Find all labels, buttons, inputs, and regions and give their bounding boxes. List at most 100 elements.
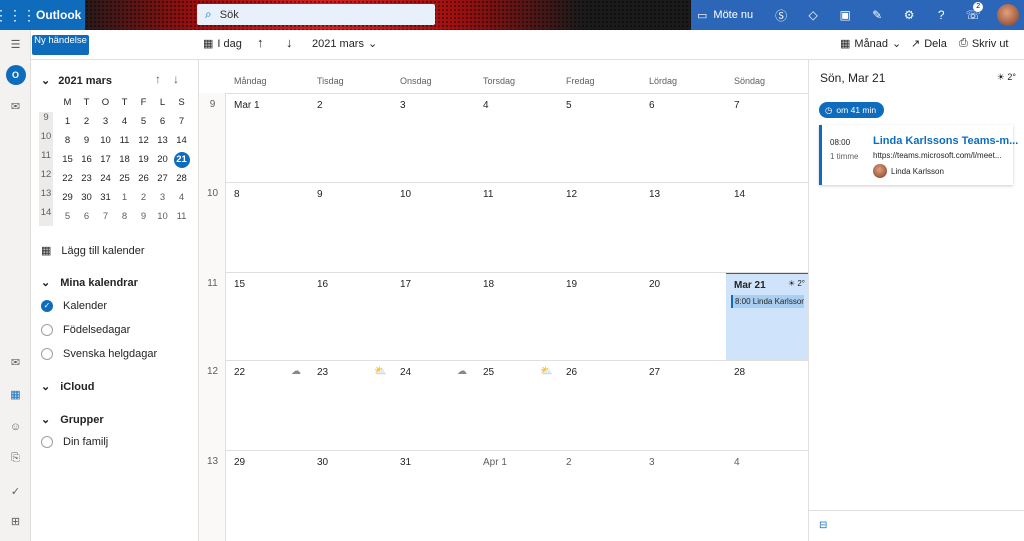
mini-day[interactable]: 11 — [115, 131, 134, 150]
day-cell-number[interactable]: 31 — [400, 457, 411, 468]
calendar-item-kalender[interactable]: ✓ Kalender — [41, 300, 107, 312]
mini-day[interactable]: 29 — [58, 188, 77, 207]
view-switcher[interactable]: ▦ Månad ⌄ — [840, 37, 901, 51]
mini-day[interactable]: 15 — [58, 150, 77, 169]
notifications-icon[interactable]: ☏ 2 — [957, 2, 989, 22]
todo-icon[interactable]: ✓ — [0, 485, 31, 498]
mini-day[interactable]: 5 — [58, 207, 77, 226]
next-month-icon[interactable]: ↓ — [173, 72, 179, 86]
app-launcher-icon[interactable]: ⋮⋮⋮ — [0, 0, 36, 30]
next-arrow-icon[interactable]: ↓ — [286, 35, 293, 50]
day-cell-number[interactable]: 20 — [649, 279, 660, 290]
mini-day[interactable]: 26 — [134, 169, 153, 188]
event-title[interactable]: Linda Karlssons Teams-m... — [873, 135, 1018, 147]
event-url[interactable]: https://teams.microsoft.com/l/meet... — [873, 151, 1001, 160]
mini-day[interactable]: 2 — [77, 112, 96, 131]
help-icon[interactable]: ? — [925, 8, 957, 22]
hamburger-menu-icon[interactable]: ☰ — [0, 38, 31, 51]
mini-day[interactable]: 6 — [77, 207, 96, 226]
mini-day[interactable]: 30 — [77, 188, 96, 207]
countdown-badge[interactable]: ◷ om 41 min — [819, 102, 885, 118]
office-icon[interactable]: ▣ — [829, 8, 861, 22]
day-cell-number[interactable]: 3 — [400, 100, 406, 111]
mini-day[interactable]: 12 — [134, 131, 153, 150]
mini-day[interactable]: 17 — [96, 150, 115, 169]
mail-nav-icon[interactable]: ✉ — [0, 356, 31, 369]
day-cell-number[interactable]: 8 — [234, 189, 240, 200]
mini-day[interactable]: 2 — [134, 188, 153, 207]
mini-day[interactable]: 28 — [172, 169, 191, 188]
mini-day[interactable]: 27 — [153, 169, 172, 188]
day-cell-number[interactable]: 24 — [400, 367, 411, 378]
mini-day[interactable]: 24 — [96, 169, 115, 188]
today-button[interactable]: ▦ I dag — [203, 37, 242, 51]
calendar-event[interactable]: 8:00 Linda Karlsson — [731, 295, 804, 308]
pane-toggle-icon[interactable]: ⊟ — [819, 520, 827, 531]
group-item-family[interactable]: Din familj — [41, 436, 108, 448]
today-cell[interactable]: Mar 21 ☀ 2° 8:00 Linda Karlsson — [726, 272, 809, 360]
calendar-item-birthdays[interactable]: Födelsedagar — [41, 324, 130, 336]
icloud-group[interactable]: ⌄ iCloud — [41, 380, 94, 394]
mini-day[interactable]: 9 — [134, 207, 153, 226]
mini-calendar-header[interactable]: ⌄ 2021 mars — [41, 74, 112, 88]
day-cell-number[interactable]: 4 — [734, 457, 740, 468]
day-cell-number[interactable]: 6 — [649, 100, 655, 111]
mini-day[interactable]: 22 — [58, 169, 77, 188]
mail-icon[interactable]: ✉ — [0, 100, 31, 113]
mini-day[interactable]: 18 — [115, 150, 134, 169]
mini-day[interactable]: 6 — [153, 112, 172, 131]
mini-day[interactable]: 5 — [134, 112, 153, 131]
day-cell-number[interactable]: 12 — [566, 189, 577, 200]
previous-arrow-icon[interactable]: ↑ — [257, 35, 264, 50]
outlook-icon[interactable]: O — [0, 65, 31, 85]
mini-day[interactable]: 25 — [115, 169, 134, 188]
mini-day[interactable]: 8 — [115, 207, 134, 226]
day-cell-number[interactable]: 4 — [483, 100, 489, 111]
avatar[interactable] — [997, 4, 1020, 26]
day-cell-number[interactable]: 19 — [566, 279, 577, 290]
day-cell-number[interactable]: 14 — [734, 189, 745, 200]
day-cell-number[interactable]: 2 — [566, 457, 572, 468]
day-cell-number[interactable]: 26 — [566, 367, 577, 378]
day-cell-number[interactable]: 30 — [317, 457, 328, 468]
mini-day[interactable]: 7 — [172, 112, 191, 131]
day-cell-number[interactable]: 3 — [649, 457, 655, 468]
mini-day[interactable]: 23 — [77, 169, 96, 188]
day-cell-number[interactable]: 28 — [734, 367, 745, 378]
mini-day[interactable]: 11 — [172, 207, 191, 226]
month-picker[interactable]: 2021 mars ⌄ — [312, 37, 377, 51]
skype-icon[interactable]: Ⓢ — [765, 7, 797, 24]
mini-day[interactable]: 20 — [153, 150, 172, 169]
teams-icon[interactable]: ⊞ — [0, 515, 31, 528]
share-button[interactable]: ↗ Dela — [911, 37, 947, 51]
mini-day[interactable]: 4 — [172, 188, 191, 207]
day-cell-number[interactable]: 22 — [234, 367, 245, 378]
mini-day[interactable]: 4 — [115, 112, 134, 131]
feedback-icon[interactable]: ✎ — [861, 8, 893, 22]
mini-day[interactable]: 21 — [172, 150, 191, 169]
mini-day[interactable]: 1 — [115, 188, 134, 207]
search-input[interactable]: ⌕ Sök — [197, 4, 435, 25]
day-cell-number[interactable]: 13 — [649, 189, 660, 200]
attachment-icon[interactable]: ⎘ — [0, 452, 31, 465]
mini-day[interactable]: 8 — [58, 131, 77, 150]
mini-day[interactable]: 16 — [77, 150, 96, 169]
event-card[interactable]: 08:00 1 timme Linda Karlssons Teams-m...… — [819, 125, 1018, 185]
mini-day[interactable]: 9 — [77, 131, 96, 150]
gear-icon[interactable]: ⚙ — [893, 8, 925, 22]
day-cell-number[interactable]: 29 — [234, 457, 245, 468]
day-cell-number[interactable]: 23 — [317, 367, 328, 378]
day-cell-number[interactable]: 7 — [734, 100, 740, 111]
app-name[interactable]: Outlook — [36, 8, 86, 22]
new-event-button[interactable]: Ny händelse — [32, 35, 89, 55]
mini-day[interactable]: 14 — [172, 131, 191, 150]
mini-day[interactable]: 1 — [58, 112, 77, 131]
day-cell-number[interactable]: 10 — [400, 189, 411, 200]
mini-day[interactable]: 10 — [153, 207, 172, 226]
add-calendar-button[interactable]: ▦ Lägg till kalender — [41, 244, 145, 258]
day-cell-number[interactable]: 5 — [566, 100, 572, 111]
my-calendars-group[interactable]: ⌄ Mina kalendrar — [41, 276, 138, 290]
meet-now-button[interactable]: ▭ Möte nu — [697, 9, 753, 22]
day-cell-number[interactable]: 16 — [317, 279, 328, 290]
mini-day[interactable]: 31 — [96, 188, 115, 207]
